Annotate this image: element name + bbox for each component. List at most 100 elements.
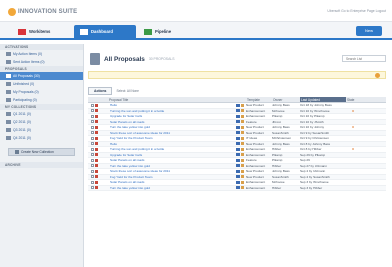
- column-header-owner[interactable]: Owner: [272, 97, 300, 102]
- proposal-title-link[interactable]: Turn the lake yellow into gold: [108, 125, 226, 129]
- row-select[interactable]: [88, 109, 108, 113]
- actions-button[interactable]: Actions: [88, 86, 113, 95]
- sidebar-item-q3-2011[interactable]: Q3 2011 (0): [0, 126, 83, 134]
- proposal-title-link[interactable]: Upgrade for Solar Cells: [108, 114, 226, 118]
- row-select[interactable]: [88, 125, 108, 129]
- checkbox[interactable]: [91, 186, 94, 190]
- app-logo[interactable]: INNOVATION SUITE: [8, 7, 77, 16]
- row-select[interactable]: [88, 186, 108, 190]
- attachment-icon[interactable]: [241, 175, 244, 179]
- comment-icon[interactable]: [236, 136, 240, 140]
- proposal-title-link[interactable]: Turning the sun and putting it in a bott…: [108, 147, 226, 151]
- comment-icon[interactable]: [236, 125, 240, 129]
- tab-dashboard[interactable]: Dashboard: [74, 25, 136, 38]
- proposal-title-link[interactable]: Turning the sun and putting it in a bott…: [108, 109, 226, 113]
- state-cell[interactable]: X: [346, 109, 360, 113]
- attachment-icon[interactable]: [241, 120, 244, 124]
- column-header-title[interactable]: Proposal Title: [108, 97, 226, 102]
- column-header-last-updated[interactable]: Last Updated: [300, 97, 346, 102]
- row-select[interactable]: [88, 169, 108, 173]
- checkbox[interactable]: [91, 103, 94, 107]
- row-select[interactable]: [88, 164, 108, 168]
- checkbox[interactable]: [91, 158, 94, 162]
- attachment-icon[interactable]: [241, 142, 244, 146]
- attachment-icon[interactable]: [241, 109, 244, 113]
- proposal-title-link[interactable]: Stock these sort of awesome ideas for 20…: [108, 169, 226, 173]
- sidebar-item-q4-2011[interactable]: Q4 2011 (0): [0, 134, 83, 142]
- row-select[interactable]: [88, 158, 108, 162]
- comment-icon[interactable]: [236, 142, 240, 146]
- comment-icon[interactable]: [236, 158, 240, 162]
- tab-workitems[interactable]: Workitems: [12, 25, 56, 38]
- comment-icon[interactable]: [236, 109, 240, 113]
- row-select[interactable]: [88, 153, 108, 157]
- proposal-title-link[interactable]: Turn the lake yellow into gold: [108, 186, 226, 190]
- state-cell[interactable]: X: [346, 147, 360, 151]
- proposal-title-link[interactable]: Stock these sort of awesome ideas for 20…: [108, 131, 226, 135]
- tab-pipeline[interactable]: Pipeline: [138, 25, 177, 38]
- attachment-icon[interactable]: [241, 158, 244, 162]
- info-icon[interactable]: [375, 73, 380, 78]
- proposal-title-link[interactable]: Solar Panels on all roads: [108, 180, 226, 184]
- attachment-icon[interactable]: [241, 136, 244, 140]
- checkbox[interactable]: [91, 131, 94, 135]
- attachment-icon[interactable]: [241, 180, 244, 184]
- row-select[interactable]: [88, 147, 108, 151]
- attachment-icon[interactable]: [241, 131, 244, 135]
- row-select[interactable]: [88, 142, 108, 146]
- proposal-title-link[interactable]: Turn the lake yellow into gold: [108, 164, 226, 168]
- attachment-icon[interactable]: [241, 114, 244, 118]
- create-collection-button[interactable]: Create New Collection: [8, 148, 75, 156]
- checkbox[interactable]: [91, 147, 94, 151]
- sidebar-item-q2-2011[interactable]: Q2 2011 (0): [0, 118, 83, 126]
- row-select[interactable]: [88, 120, 108, 124]
- comment-icon[interactable]: [236, 175, 240, 179]
- comment-icon[interactable]: [236, 120, 240, 124]
- comment-icon[interactable]: [236, 186, 240, 190]
- attachment-icon[interactable]: [241, 147, 244, 151]
- attachment-icon[interactable]: [241, 186, 244, 190]
- proposal-title-link[interactable]: Upgrade for Solar Cells: [108, 153, 226, 157]
- comment-icon[interactable]: [236, 103, 240, 107]
- attachment-icon[interactable]: [241, 153, 244, 157]
- checkbox[interactable]: [91, 164, 94, 168]
- row-select[interactable]: [88, 114, 108, 118]
- column-header-template[interactable]: Template: [246, 97, 272, 102]
- search-input[interactable]: [342, 55, 386, 62]
- checkbox[interactable]: [91, 125, 94, 129]
- attachment-icon[interactable]: [241, 169, 244, 173]
- sidebar-item-unfinished[interactable]: Unfinished (0): [0, 80, 83, 88]
- sidebar-item-my-proposals[interactable]: My Proposals (0): [0, 88, 83, 96]
- proposal-title-link[interactable]: Fog Yield for the Product Team: [108, 136, 226, 140]
- row-select[interactable]: [88, 136, 108, 140]
- checkbox[interactable]: [91, 142, 94, 146]
- comment-icon[interactable]: [236, 131, 240, 135]
- checkbox[interactable]: [91, 109, 94, 113]
- checkbox[interactable]: [91, 169, 94, 173]
- user-links[interactable]: Ubersoft Go to Enterprise Page Logout: [327, 9, 386, 13]
- comment-icon[interactable]: [236, 153, 240, 157]
- row-select[interactable]: [88, 131, 108, 135]
- comment-icon[interactable]: [236, 147, 240, 151]
- checkbox[interactable]: [91, 120, 94, 124]
- sidebar-item-participating[interactable]: Participating (0): [0, 96, 83, 104]
- state-cell[interactable]: X: [346, 125, 360, 129]
- comment-icon[interactable]: [236, 114, 240, 118]
- checkbox[interactable]: [91, 153, 94, 157]
- proposal-title-link[interactable]: Hello: [108, 142, 226, 146]
- sidebar-item-sent-action-items[interactable]: Sent Action Items (0): [0, 58, 83, 66]
- comment-icon[interactable]: [236, 164, 240, 168]
- checkbox[interactable]: [91, 180, 94, 184]
- attachment-icon[interactable]: [241, 164, 244, 168]
- new-button[interactable]: New: [356, 26, 382, 36]
- checkbox[interactable]: [91, 175, 94, 179]
- checkbox[interactable]: [91, 136, 94, 140]
- table-row[interactable]: Turn the lake yellow into gold Enhancemen…: [88, 185, 386, 191]
- column-header-state[interactable]: State: [346, 97, 360, 102]
- comment-icon[interactable]: [236, 169, 240, 173]
- attachment-icon[interactable]: [241, 103, 244, 107]
- comment-icon[interactable]: [236, 180, 240, 184]
- row-select[interactable]: [88, 180, 108, 184]
- sidebar-item-all-proposals[interactable]: All Proposals (30): [0, 72, 83, 80]
- proposal-title-link[interactable]: Fog Yield for the Product Team: [108, 175, 226, 179]
